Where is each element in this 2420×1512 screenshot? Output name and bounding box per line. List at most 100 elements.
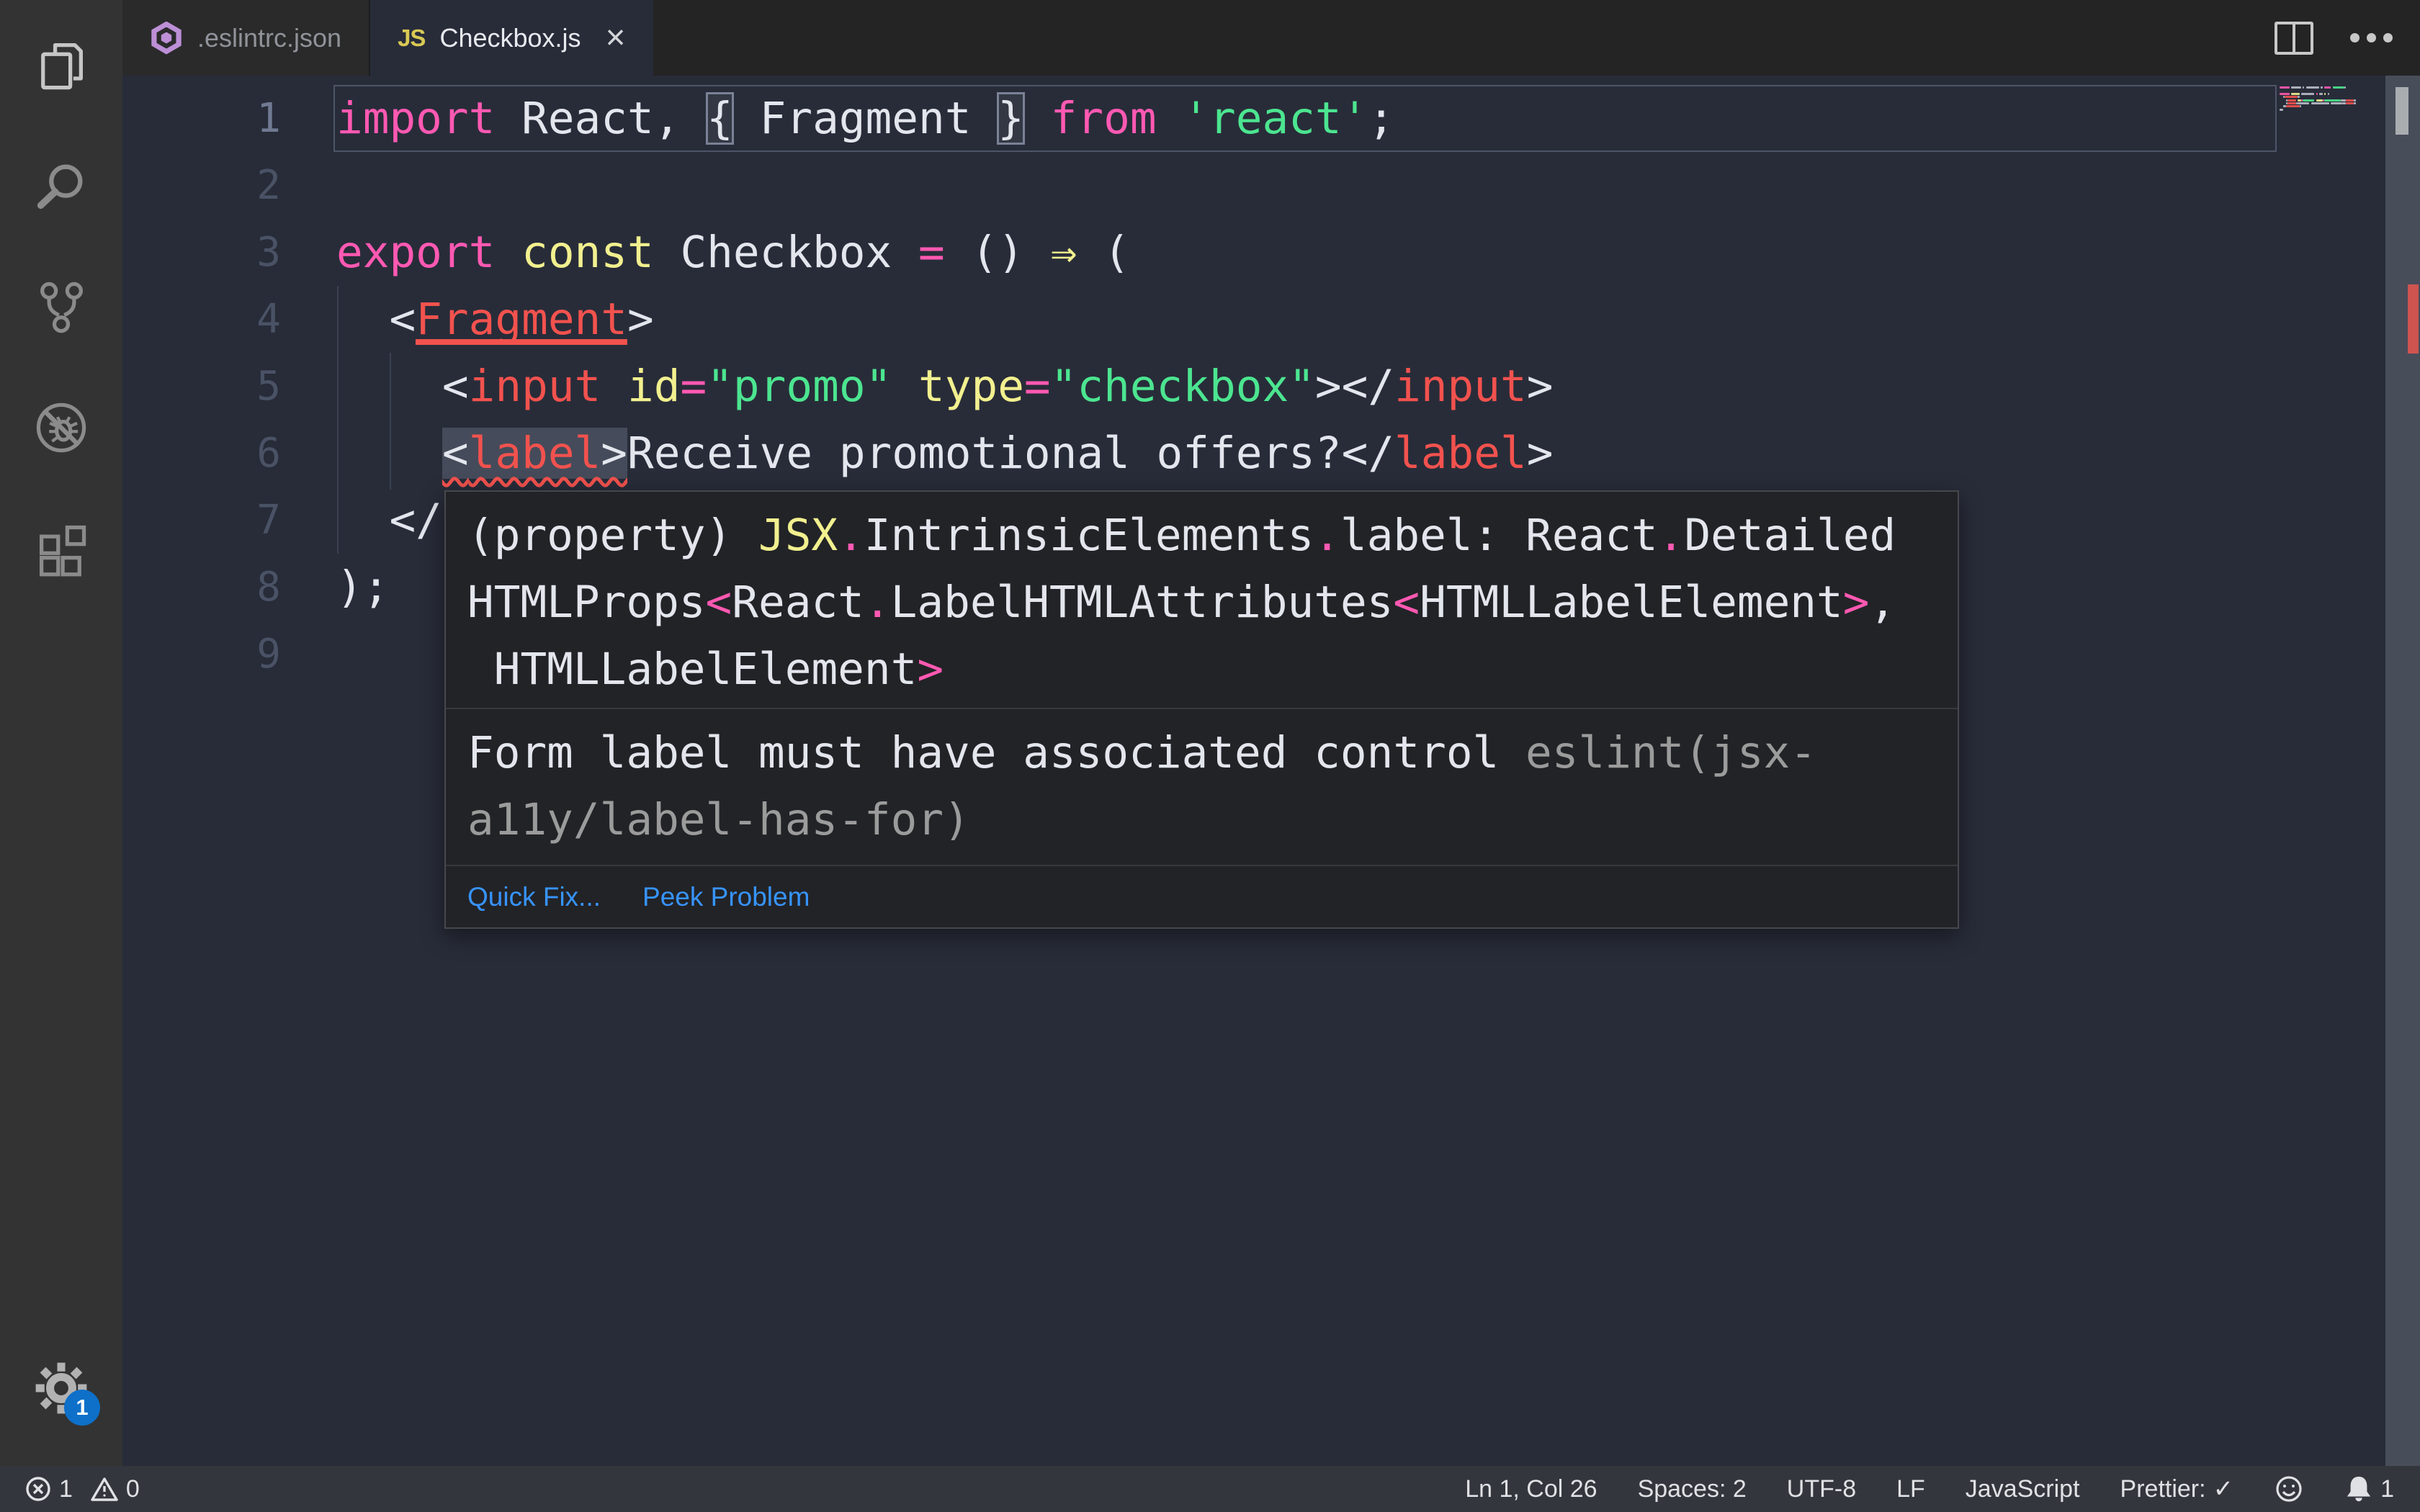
code-token: ; bbox=[1368, 93, 1395, 144]
check-icon: ✓ bbox=[2213, 1475, 2234, 1503]
code-token: < bbox=[336, 361, 469, 412]
code-token: : bbox=[1472, 510, 1526, 561]
settings-badge: 1 bbox=[64, 1390, 100, 1426]
code-token: > bbox=[1526, 361, 1554, 412]
tooltip-signature-line: (property) JSX.IntrinsicElements.label: … bbox=[467, 502, 1936, 569]
code-token: > bbox=[1526, 428, 1554, 479]
tooltip-signature-line: HTMLProps<React.LabelHTMLAttributes<HTML… bbox=[467, 569, 1936, 636]
code-token: . bbox=[838, 510, 864, 561]
prettier-status[interactable]: Prettier: ✓ bbox=[2120, 1475, 2234, 1503]
code-token: label bbox=[1340, 510, 1473, 561]
debug-disabled-icon[interactable] bbox=[27, 393, 96, 462]
peek-problem-link[interactable]: Peek Problem bbox=[642, 882, 810, 912]
line-number-3: 3 bbox=[256, 229, 281, 276]
minimap-line bbox=[2280, 99, 2388, 102]
line-number-8: 8 bbox=[256, 564, 281, 611]
code-editor[interactable]: 1 2 3 4 5 6 7 8 9 import React, { Fragment } fro… bbox=[122, 76, 2420, 1466]
code-token: ></ bbox=[1314, 361, 1395, 412]
code-token: . bbox=[1657, 510, 1685, 561]
scrollbar-thumb[interactable] bbox=[2396, 87, 2408, 135]
cursor-position[interactable]: Ln 1, Col 26 bbox=[1465, 1475, 1597, 1503]
code-token: LabelHTMLAttributes bbox=[890, 577, 1394, 628]
warning-icon bbox=[90, 1475, 119, 1503]
feedback-smiley-icon[interactable] bbox=[2274, 1474, 2304, 1504]
line-number-4: 4 bbox=[256, 296, 281, 343]
search-icon[interactable] bbox=[27, 151, 96, 220]
code-token: id bbox=[627, 361, 681, 412]
code-token: , bbox=[1869, 577, 1896, 628]
editor-group: .eslintrc.json JS Checkbox.js × 1 2 3 4 5 6 7 8… bbox=[122, 0, 2420, 1466]
code-token: type bbox=[918, 361, 1024, 412]
line-number-9: 9 bbox=[256, 631, 281, 678]
code-line-4[interactable]: <Fragment> bbox=[336, 286, 2420, 353]
bell-icon bbox=[2344, 1474, 2373, 1504]
minimap-line bbox=[2280, 105, 2388, 108]
code-line-3[interactable]: export const Checkbox = () ⇒ ( bbox=[336, 219, 2420, 286]
minimap[interactable] bbox=[2280, 86, 2388, 115]
tab-checkbox-js[interactable]: JS Checkbox.js × bbox=[370, 0, 653, 76]
language-mode[interactable]: JavaScript bbox=[1966, 1475, 2080, 1503]
minimap-line bbox=[2280, 112, 2388, 114]
notifications-bell[interactable]: 1 bbox=[2344, 1474, 2394, 1504]
code-token: </ bbox=[336, 495, 442, 546]
tooltip-type-signature: (property) JSX.IntrinsicElements.label: … bbox=[446, 492, 1958, 708]
code-token: ( bbox=[1077, 227, 1130, 278]
code-token: < bbox=[1393, 577, 1420, 628]
code-line-5[interactable]: <input id="promo" type="checkbox"></inpu… bbox=[336, 353, 2420, 420]
code-token: React bbox=[1525, 510, 1658, 561]
tab-eslintrc-json[interactable]: .eslintrc.json bbox=[122, 0, 371, 76]
encoding[interactable]: UTF-8 bbox=[1787, 1475, 1856, 1503]
code-token: JSX bbox=[758, 510, 838, 561]
code-line-6[interactable]: <label>Receive promotional offers?</labe… bbox=[336, 420, 2420, 487]
settings-gear-icon[interactable]: 1 bbox=[27, 1354, 100, 1426]
code-token: > bbox=[601, 428, 628, 479]
eol-sequence[interactable]: LF bbox=[1896, 1475, 1925, 1503]
problems-errors[interactable]: 1 bbox=[24, 1475, 73, 1503]
code-token: Form label must have associated control bbox=[467, 727, 1526, 778]
code-token: HTMLLabelElement bbox=[1420, 577, 1843, 628]
more-actions-icon[interactable] bbox=[2350, 0, 2393, 76]
split-editor-icon[interactable] bbox=[2275, 0, 2313, 76]
code-token: Receive promotional offers? bbox=[627, 428, 1342, 479]
tooltip-lint-message: Form label must have associated control … bbox=[446, 709, 1958, 865]
problems-warnings[interactable]: 0 bbox=[90, 1475, 140, 1503]
code-token: HTMLLabelElement bbox=[467, 644, 918, 695]
code-token: = bbox=[918, 227, 945, 278]
close-tab-icon[interactable]: × bbox=[606, 20, 626, 55]
code-line-1[interactable]: import React, { Fragment } from 'react'; bbox=[333, 85, 2420, 152]
code-token: const bbox=[521, 227, 654, 278]
line-number-1: 1 bbox=[256, 95, 281, 142]
activity-bar: 1 bbox=[0, 0, 122, 1466]
code-token: </ bbox=[1341, 428, 1395, 479]
code-token: = bbox=[1023, 361, 1051, 412]
code-token: Detailed bbox=[1684, 510, 1896, 561]
extensions-icon[interactable] bbox=[27, 514, 96, 583]
code-token: ); bbox=[336, 562, 390, 613]
code-line-2[interactable] bbox=[336, 152, 2420, 219]
error-icon bbox=[24, 1475, 52, 1503]
vertical-scrollbar[interactable] bbox=[2385, 76, 2420, 1466]
tab-bar: .eslintrc.json JS Checkbox.js × bbox=[122, 0, 2420, 76]
minimap-line bbox=[2280, 86, 2388, 89]
code-token: < bbox=[705, 577, 732, 628]
indentation[interactable]: Spaces: 2 bbox=[1638, 1475, 1747, 1503]
source-control-icon[interactable] bbox=[27, 272, 96, 341]
line-number-5: 5 bbox=[256, 363, 281, 410]
code-token: from bbox=[1050, 93, 1157, 144]
code-token: > bbox=[1842, 577, 1870, 628]
code-token: 'react' bbox=[1183, 93, 1368, 144]
vscode-window: 1 .eslintrc.json JS Checkbox.js × 123 4 … bbox=[0, 0, 2420, 1512]
code-token: React, bbox=[495, 93, 707, 144]
code-token: . bbox=[864, 577, 891, 628]
code-token: } bbox=[997, 92, 1025, 145]
code-token: "promo" bbox=[707, 361, 892, 412]
line-number-7: 7 bbox=[256, 497, 281, 544]
explorer-icon[interactable] bbox=[27, 30, 96, 99]
code-token: < bbox=[442, 428, 469, 479]
code-token: a11y/label-has-for) bbox=[467, 794, 970, 845]
line-number-6: 6 bbox=[256, 430, 281, 477]
code-token: Fragment bbox=[416, 294, 627, 345]
code-token: Checkbox bbox=[653, 227, 918, 278]
quick-fix-link[interactable]: Quick Fix... bbox=[467, 882, 601, 912]
